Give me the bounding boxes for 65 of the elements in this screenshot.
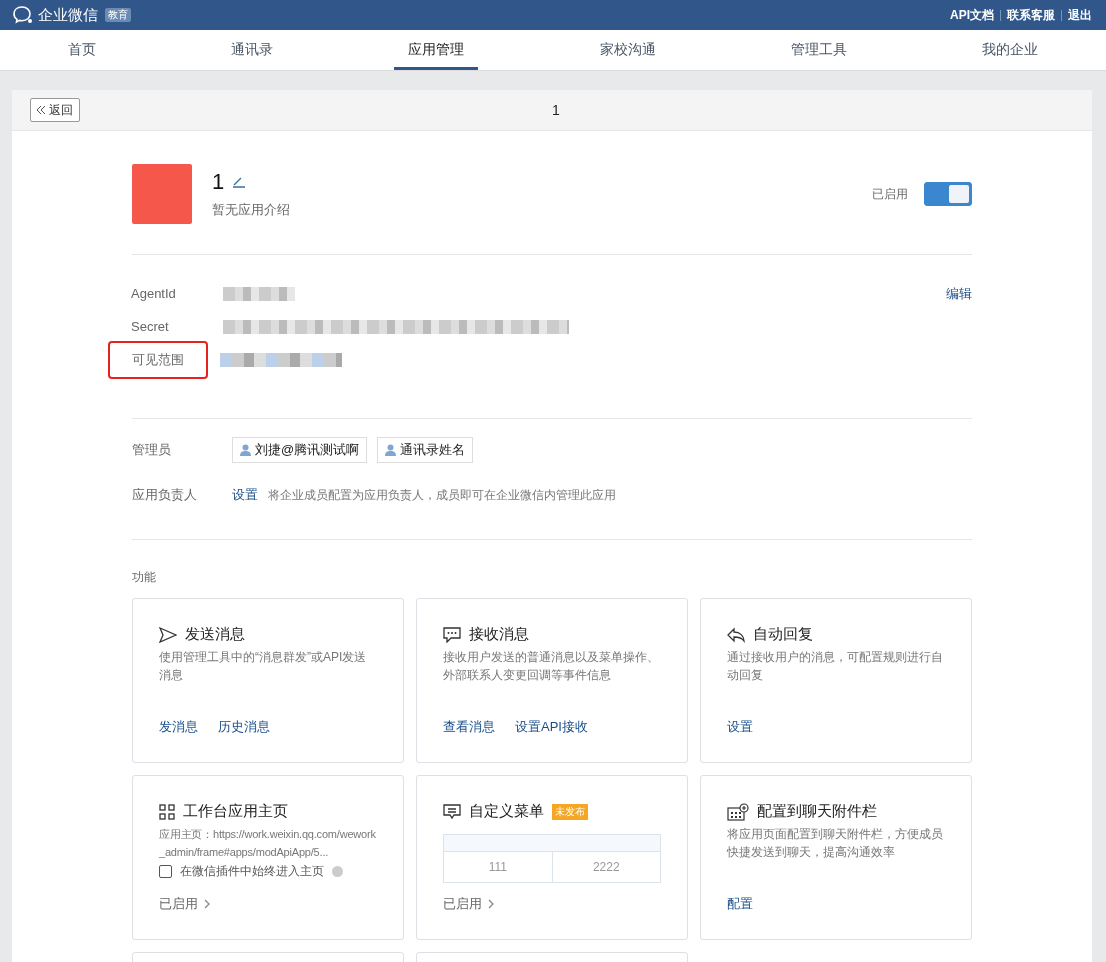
card-title: 发送消息 xyxy=(185,625,245,644)
header-link[interactable]: 退出 xyxy=(1062,6,1098,24)
checkbox-label: 在微信插件中始终进入主页 xyxy=(180,863,324,880)
settings-link[interactable]: 设置 xyxy=(232,486,258,504)
app-description: 暂无应用介绍 xyxy=(212,201,291,219)
card-description: 将应用页面配置到聊天附件栏，方便成员快捷发送到聊天，提高沟通效率 xyxy=(727,826,944,861)
keyboard-plus-icon xyxy=(727,802,749,821)
person-icon xyxy=(385,444,397,456)
chat-bubble-logo-icon xyxy=(12,5,34,25)
card-link[interactable]: 配置 xyxy=(727,895,753,913)
member-tag[interactable]: 刘捷@腾讯测试啊 xyxy=(232,437,368,463)
card-link[interactable]: 历史消息 xyxy=(218,718,270,736)
send-icon xyxy=(159,626,177,643)
app-name: 1 xyxy=(212,169,225,195)
toggle-switch[interactable] xyxy=(924,182,972,206)
status-link[interactable]: 已启用 xyxy=(443,895,494,913)
status-label: 已启用 xyxy=(872,185,908,203)
section-title: 功能 xyxy=(132,569,157,586)
nav-tab[interactable]: 应用管理 xyxy=(394,33,479,70)
card-link[interactable]: 设置API接收 xyxy=(515,718,588,736)
chevron-icon xyxy=(488,899,494,909)
card-title: 接收消息 xyxy=(469,625,529,644)
status-link[interactable]: 已启用 xyxy=(159,895,210,913)
pencil-icon[interactable] xyxy=(232,176,247,188)
edition-badge: 教育 xyxy=(105,8,131,22)
nav-tab[interactable]: 管理工具 xyxy=(776,33,861,70)
card-link[interactable]: 发消息 xyxy=(159,718,198,736)
card-title: 自定义菜单 xyxy=(469,802,544,821)
menu-icon xyxy=(443,803,461,820)
nav-tab[interactable]: 通讯录 xyxy=(217,33,287,70)
panel-title: 1 xyxy=(552,102,560,118)
chat-icon xyxy=(443,626,461,643)
checkbox[interactable] xyxy=(159,865,172,878)
field-label: 可见范围 xyxy=(110,342,206,377)
header-link[interactable]: 联系客服 xyxy=(1001,6,1061,24)
edit-link[interactable]: 编辑 xyxy=(946,284,972,303)
field-label: 应用负责人 xyxy=(132,486,198,504)
field-label: AgentId xyxy=(131,285,177,303)
card-link[interactable]: 设置 xyxy=(727,718,753,736)
brand-name: 企业微信 xyxy=(38,5,98,25)
redacted-value xyxy=(223,286,295,301)
card-link[interactable]: 查看消息 xyxy=(443,718,495,736)
nav-tab[interactable]: 家校沟通 xyxy=(585,33,670,70)
double-chevron-icon xyxy=(37,106,46,114)
card-description: 接收用户发送的普通消息以及菜单操作、外部联系人变更回调等事件信息 xyxy=(443,649,660,684)
nav-tab[interactable]: 首页 xyxy=(53,33,110,70)
hint-text: 将企业成员配置为应用负责人，成员即可在企业微信内管理此应用 xyxy=(268,486,616,504)
card-title: 配置到聊天附件栏 xyxy=(757,802,877,821)
card-description: 使用管理工具中的“消息群发”或API发送消息 xyxy=(159,649,368,684)
field-label: 管理员 xyxy=(132,441,172,459)
card-title: 自动回复 xyxy=(753,625,813,644)
card-title: 工作台应用主页 xyxy=(183,802,288,821)
status-badge: 未发布 xyxy=(552,803,588,820)
person-icon xyxy=(240,444,251,456)
reply-icon xyxy=(727,626,745,643)
card-description: 应用主页：https://work.weixin.qq.com/wework_admin/frame#apps/modApiApp/5... xyxy=(159,827,377,860)
back-button[interactable]: 返回 xyxy=(30,98,80,122)
card-description: 通过接收用户的消息，可配置规则进行自动回复 xyxy=(727,649,944,684)
app-logo xyxy=(132,164,192,224)
field-label: Secret xyxy=(131,318,170,336)
grid-icon xyxy=(159,803,175,820)
header-link[interactable]: API文档 xyxy=(944,6,1000,24)
nav-tab[interactable]: 我的企业 xyxy=(968,33,1053,70)
member-tag[interactable]: 通讯录姓名 xyxy=(377,437,474,463)
chevron-icon xyxy=(204,899,210,909)
